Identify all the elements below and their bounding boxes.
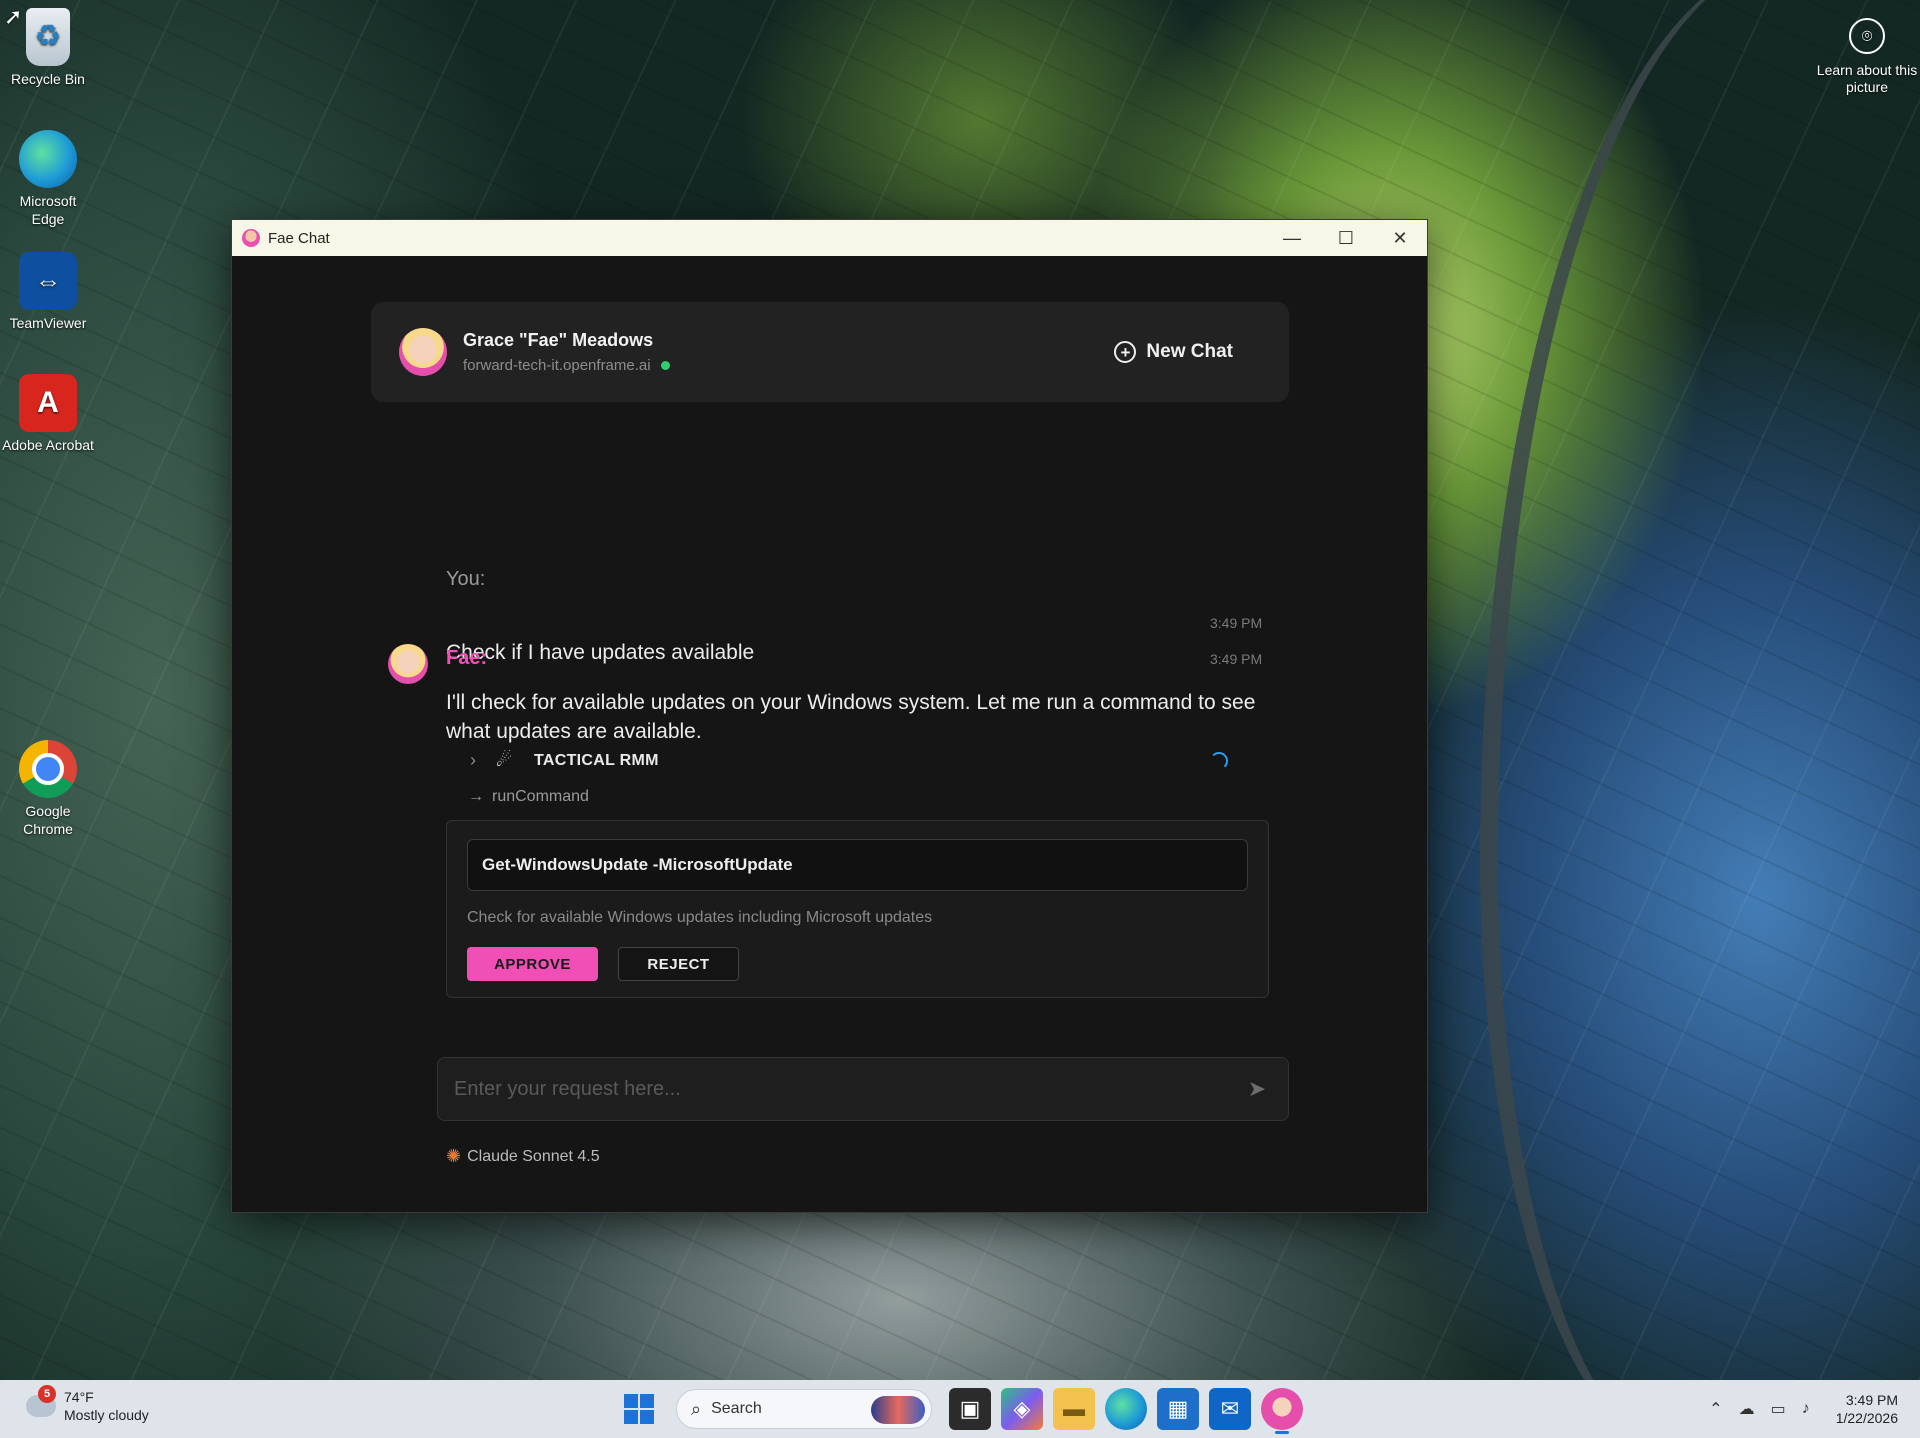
tool-call-header[interactable]: › ☄ TACTICAL RMM	[470, 750, 1250, 771]
desktop-icon-chrome[interactable]: Google Chrome	[2, 740, 94, 838]
assistant-sender-label: Fae:	[446, 647, 488, 669]
edge-taskbar-icon[interactable]	[1105, 1388, 1147, 1430]
window-controls: — ☐ ✕	[1265, 220, 1427, 256]
assistant-message-text: I'll check for available updates on your…	[446, 691, 1256, 743]
clock[interactable]: 3:49 PM 1/22/2026	[1836, 1391, 1898, 1427]
reject-button[interactable]: REJECT	[618, 947, 739, 981]
agent-header: Grace "Fae" Meadows forward-tech-it.open…	[371, 302, 1289, 402]
start-button[interactable]	[624, 1394, 654, 1424]
cloud-icon: 5	[26, 1385, 56, 1417]
chrome-icon	[19, 740, 77, 798]
agent-domain: forward-tech-it.openframe.ai	[463, 357, 651, 374]
window-title: Fae Chat	[268, 229, 330, 247]
taskbar-search[interactable]: ⌕ Search	[676, 1389, 932, 1429]
onedrive-icon[interactable]: ☁	[1739, 1399, 1755, 1419]
desktop-icon-acrobat[interactable]: A Adobe Acrobat	[2, 374, 94, 454]
assistant-message-time: 3:49 PM	[1210, 651, 1263, 667]
tool-method: → runCommand	[468, 788, 589, 806]
microsoft-365-icon[interactable]: ◈	[1001, 1388, 1043, 1430]
desktop-icon-teamviewer[interactable]: ⇔ TeamViewer	[2, 252, 94, 332]
send-icon[interactable]: ➤	[1242, 1076, 1272, 1102]
mouse-cursor-icon: ➚	[4, 4, 23, 29]
maximize-button[interactable]: ☐	[1319, 220, 1373, 256]
desktop-icon-label: TeamViewer	[9, 315, 87, 331]
windows-logo-tile	[624, 1394, 638, 1408]
tactical-rmm-icon: ☄	[496, 750, 513, 770]
weather-widget[interactable]: 5 74°F Mostly cloudy	[26, 1385, 149, 1424]
clock-date: 1/22/2026	[1835, 1410, 1898, 1426]
agent-info: Grace "Fae" Meadows forward-tech-it.open…	[463, 330, 670, 374]
fae-avatar	[388, 644, 428, 684]
search-icon: ⌕	[691, 1398, 702, 1419]
tool-name: TACTICAL RMM	[534, 751, 659, 769]
taskbar: 5 74°F Mostly cloudy ⌕ Search ▣ ◈ ▬ ▦ ✉ …	[0, 1380, 1920, 1438]
user-sender-label: You:	[446, 568, 486, 590]
new-chat-label: New Chat	[1146, 341, 1233, 362]
network-icon[interactable]: ▭	[1771, 1399, 1786, 1419]
chevron-right-icon[interactable]: ›	[470, 750, 496, 771]
agent-avatar	[399, 328, 447, 376]
microsoft-store-icon[interactable]: ▦	[1157, 1388, 1199, 1430]
learn-about-picture-label: Learn about this picture	[1816, 62, 1918, 95]
weather-desc: Mostly cloudy	[64, 1407, 149, 1423]
desktop-icon-label: Google Chrome	[23, 803, 73, 837]
weather-badge: 5	[38, 1385, 56, 1403]
recycle-bin-icon: ♻	[26, 8, 70, 66]
command-approval-card: Get-WindowsUpdate -MicrosoftUpdate Check…	[446, 820, 1269, 998]
desktop-icon-label: Recycle Bin	[11, 71, 85, 87]
new-chat-button[interactable]: + New Chat	[1114, 341, 1261, 363]
command-text: Get-WindowsUpdate -MicrosoftUpdate	[467, 839, 1248, 891]
window-titlebar[interactable]: Fae Chat — ☐ ✕	[232, 220, 1427, 256]
windows-logo-tile	[640, 1410, 654, 1424]
plus-circle-icon: +	[1114, 341, 1137, 363]
taskbar-center: ⌕ Search ▣ ◈ ▬ ▦ ✉	[624, 1388, 1308, 1434]
camera-icon: ⌾	[1849, 18, 1885, 54]
model-name: Claude Sonnet 4.5	[467, 1147, 600, 1165]
online-status-dot	[660, 361, 670, 370]
fae-app-icon	[242, 229, 260, 247]
teamviewer-icon: ⇔	[19, 252, 77, 310]
command-description: Check for available Windows updates incl…	[467, 909, 933, 926]
system-tray: ⌃ ☁ ▭ ♪ 3:49 PM 1/22/2026	[1701, 1380, 1920, 1438]
request-input[interactable]	[454, 1077, 1242, 1101]
search-label: Search	[711, 1400, 762, 1417]
edge-icon	[19, 130, 77, 188]
agent-domain-row: forward-tech-it.openframe.ai	[463, 357, 670, 374]
user-message-text: Check if I have updates available	[446, 641, 755, 664]
claude-spark-icon: ✺	[446, 1146, 462, 1166]
windows-logo-tile	[640, 1394, 654, 1408]
chevron-up-icon[interactable]: ⌃	[1709, 1399, 1722, 1419]
minimize-button[interactable]: —	[1265, 220, 1319, 256]
arrow-right-icon: →	[468, 788, 484, 805]
acrobat-icon: A	[19, 374, 77, 432]
close-button[interactable]: ✕	[1373, 220, 1427, 256]
agent-name: Grace "Fae" Meadows	[463, 330, 654, 350]
desktop-icon-edge[interactable]: Microsoft Edge	[2, 130, 94, 228]
file-explorer-icon[interactable]: ▬	[1053, 1388, 1095, 1430]
fae-chat-window: Fae Chat — ☐ ✕ Grace "Fae" Meadows forwa…	[231, 219, 1428, 1213]
fae-chat-taskbar-icon[interactable]	[1261, 1388, 1303, 1434]
approve-button[interactable]: APPROVE	[467, 947, 598, 981]
learn-about-picture[interactable]: ⌾ Learn about this picture	[1814, 18, 1920, 96]
search-highlight-icon	[871, 1396, 925, 1424]
weather-temp: 74°F	[64, 1389, 94, 1405]
outlook-icon[interactable]: ✉	[1209, 1388, 1251, 1430]
tool-method-label: runCommand	[492, 788, 589, 805]
loading-spinner-icon	[1210, 751, 1228, 770]
clock-time: 3:49 PM	[1845, 1392, 1898, 1408]
chat-client-area: Grace "Fae" Meadows forward-tech-it.open…	[232, 256, 1427, 1212]
task-view-icon[interactable]: ▣	[949, 1388, 991, 1430]
request-input-container: ➤	[437, 1057, 1289, 1121]
user-message-time: 3:49 PM	[1210, 615, 1263, 631]
desktop-icon-label: Adobe Acrobat	[2, 437, 94, 453]
model-selector[interactable]: ✺ Claude Sonnet 4.5	[446, 1146, 600, 1167]
volume-icon[interactable]: ♪	[1802, 1400, 1810, 1418]
desktop-icon-label: Microsoft Edge	[19, 193, 77, 227]
windows-logo-tile	[624, 1410, 638, 1424]
weather-text: 74°F Mostly cloudy	[64, 1388, 149, 1424]
